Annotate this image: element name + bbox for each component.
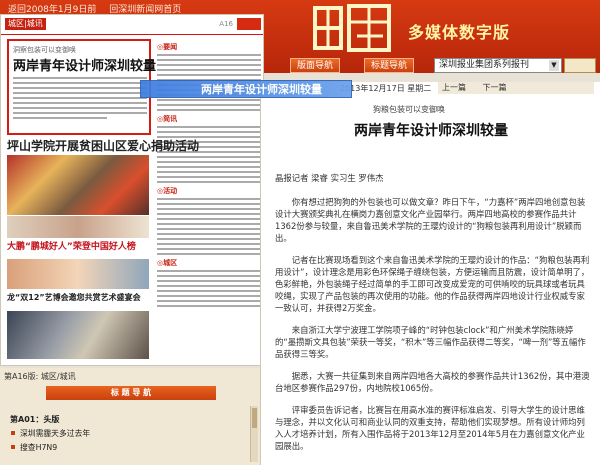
title-nav-panel: 第A16版: 城区/城讯 标 题 导 航 第A01：头版 深圳需霾天多过去年 搜…	[0, 368, 260, 465]
right-col-head[interactable]: ◎要闻	[157, 42, 261, 52]
page-headline[interactable]: 坪山学院开展贫困山区爱心捐助活动	[7, 137, 199, 154]
page-header-strip: 城区|城讯 A16	[1, 15, 263, 35]
page-section-head[interactable]: 第A01：头版	[10, 414, 250, 425]
lede-text-block	[13, 77, 147, 122]
next-article-link[interactable]: 下一篇	[483, 83, 507, 92]
highlighted-article-box[interactable]: 洞察包装可以变御唤 两岸青年设计师深圳较量	[7, 39, 156, 135]
lede-kicker: 洞察包装可以变御唤	[13, 46, 76, 54]
page-nav-button[interactable]: 版面导航	[290, 58, 341, 73]
article-pager: 上一篇 下一篇	[438, 82, 594, 94]
right-col-head[interactable]: ◎活动	[157, 186, 261, 196]
article-kicker: 狗粮包装可以变御唤	[373, 105, 445, 114]
go-button[interactable]	[564, 58, 596, 73]
scrollbar[interactable]	[250, 406, 258, 462]
breadcrumb: 第A16版: 城区/城讯	[4, 372, 76, 381]
chevron-down-icon: ▼	[549, 60, 559, 71]
page-headline[interactable]: 大鹏“鹏城好人”荣登中国好人榜	[7, 239, 136, 252]
article-paragraph: 来自浙江大学宁波理工学院项子峰的“时钟包装clock”和广州美术学院陈晓婷的“墨…	[275, 325, 586, 359]
newspaper-page-image[interactable]: 城区|城讯 A16 洞察包装可以变御唤 两岸青年设计师深圳较量 ◎要闻 ◎简讯 …	[0, 14, 264, 366]
news-photo	[7, 155, 149, 215]
article-paragraph: 据悉，大赛一共征集到来自两岸四地各大高校的参赛作品共计1362份，其中港澳台地区…	[275, 371, 590, 393]
article-title: 两岸青年设计师深圳较量	[354, 123, 508, 139]
list-item[interactable]: 深圳需霾天多过去年	[10, 428, 250, 439]
title-nav-list: 第A01：头版 深圳需霾天多过去年 搜查H7N9	[10, 414, 250, 456]
paper-logo	[237, 18, 261, 30]
article-byline: 晶报记者 梁睿 实习生 罗伟杰	[275, 173, 384, 183]
news-photo	[7, 259, 149, 289]
article-paragraph: 评审委员告诉记者，比赛旨在用高水准的赛评标准启发、引导大学生的设计思维与理念，并…	[275, 405, 585, 451]
publication-select[interactable]: 深圳报业集团系列报刊 ▼	[434, 58, 562, 73]
title-nav-header: 标 题 导 航	[46, 386, 216, 400]
headline-tooltip: 两岸青年设计师深圳较量	[140, 80, 352, 98]
article-paragraph: 记者在比赛现场看到这个来自鲁迅美术学院的王璎灼设计的作品：“狗粮包装再利用设计”…	[275, 255, 590, 313]
brand-title: 多媒体数字版	[408, 23, 511, 42]
right-col-head[interactable]: ◎城区	[157, 258, 261, 268]
right-col-head[interactable]: ◎简讯	[157, 114, 261, 124]
prev-article-link[interactable]: 上一篇	[442, 83, 466, 92]
scrollbar-thumb[interactable]	[252, 408, 257, 428]
news-photo	[7, 311, 149, 359]
masthead-logo	[313, 4, 391, 52]
page-headline[interactable]: 龙“双12”艺博会邀您共赏艺术盛宴会	[7, 292, 141, 303]
article-paragraph: 你有想过把狗狗的外包装也可以做文章？昨日下午，“力嘉杯”两岸四地创意包装设计大赛…	[275, 197, 586, 243]
article-date: 2013年12月17日 星期二	[340, 84, 432, 93]
lede-headline: 两岸青年设计师深圳较量	[13, 59, 157, 74]
publication-select-value: 深圳报业集团系列报刊	[439, 60, 530, 70]
title-nav-button[interactable]: 标题导航	[364, 58, 415, 73]
article-panel: 2013年12月17日 星期二 上一篇 下一篇 狗粮包装可以变御唤 两岸青年设计…	[260, 82, 600, 465]
article-body: 晶报记者 梁睿 实习生 罗伟杰 你有想过把狗狗的外包装也可以做文章？昨日下午，“…	[275, 172, 593, 462]
page-number: A16	[219, 20, 233, 28]
epaper-viewer: 返回2008年1月9日前 回深圳新闻网首页 多媒体数字版 版面导航 标题导航 深…	[0, 0, 600, 465]
news-photo	[7, 216, 149, 238]
section-tag: 城区|城讯	[5, 18, 46, 30]
list-item[interactable]: 搜查H7N9	[10, 442, 250, 453]
